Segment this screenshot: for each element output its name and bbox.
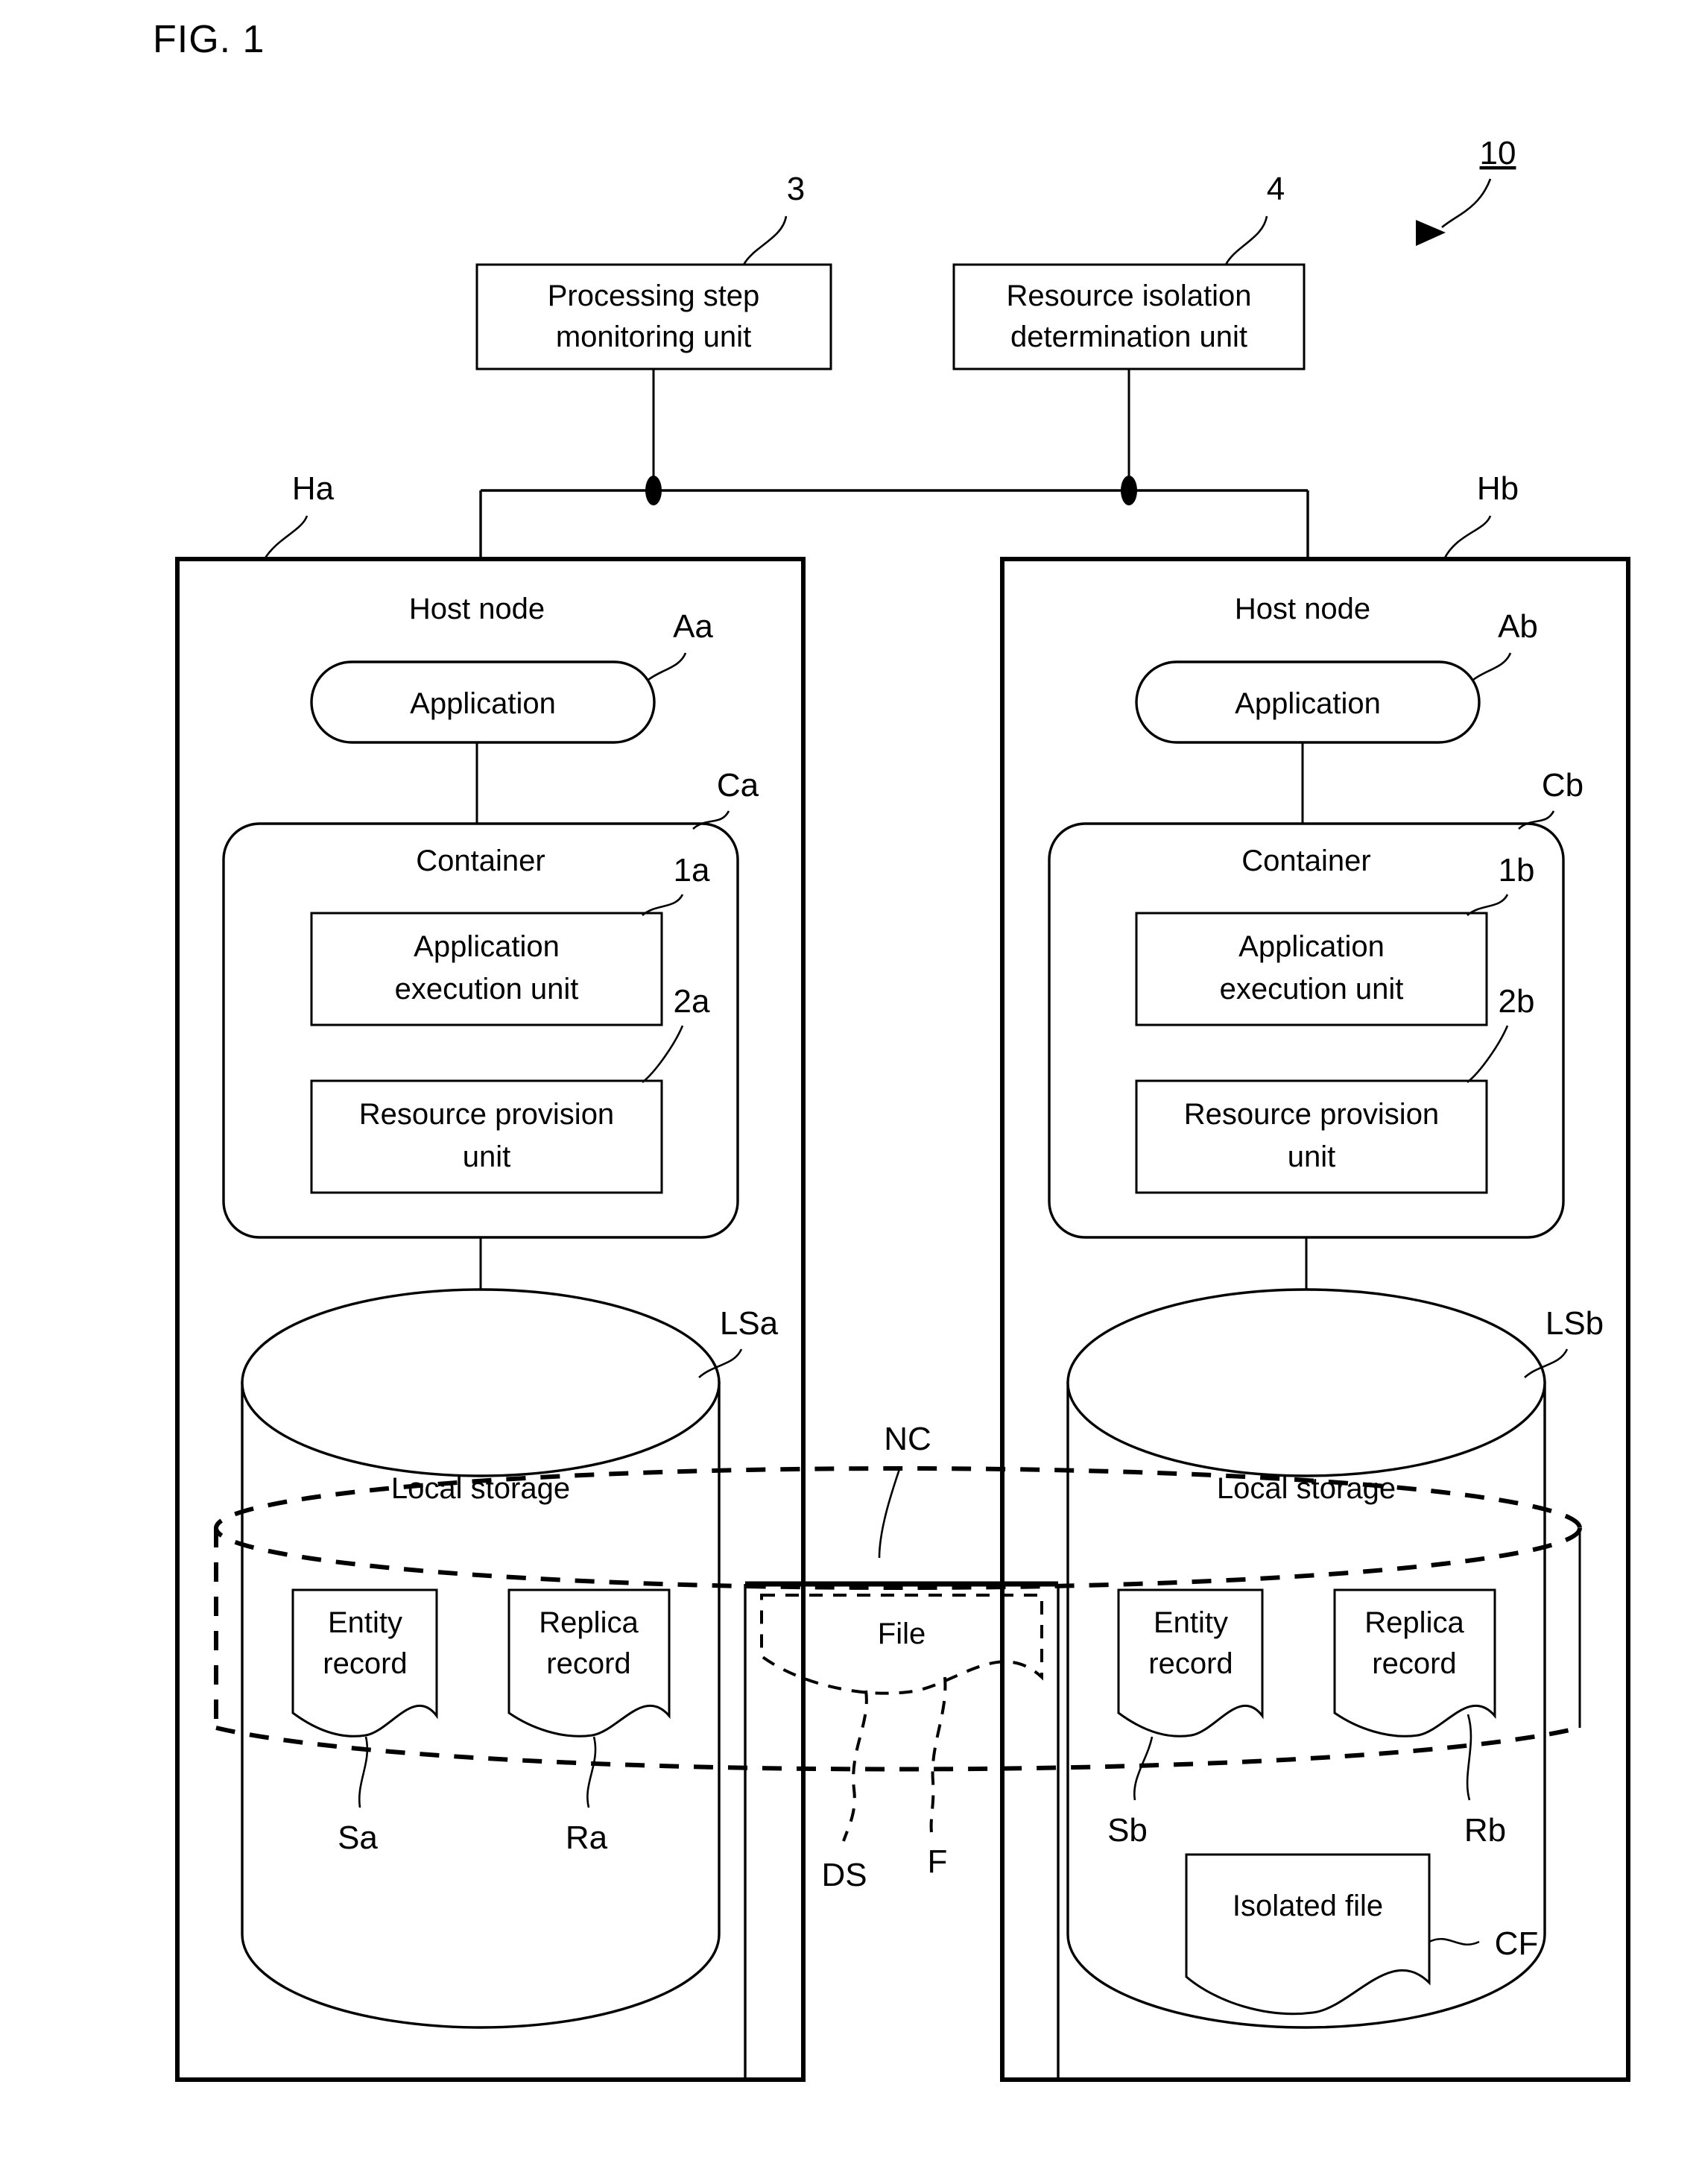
ref-label-lsb: LSb	[1545, 1305, 1604, 1342]
application-ab[interactable]: Application	[1135, 660, 1481, 744]
application-execution-unit-1b[interactable]: Application execution unit	[1135, 912, 1488, 1026]
ref-label-rb: Rb	[1464, 1812, 1506, 1849]
resource-isolation-determination-unit-box[interactable]: Resource isolation determination unit	[952, 263, 1306, 370]
shared-file-label: File	[878, 1618, 926, 1650]
bus-junction-dot-right	[1121, 476, 1137, 505]
system-ref-label: 10	[1480, 135, 1516, 171]
ref-label-lsa: LSa	[720, 1305, 779, 1342]
ref-label-ha: Ha	[292, 470, 335, 507]
entity-record-sb-line2: record	[1148, 1647, 1233, 1680]
resource-isolation-determination-unit-line2: determination unit	[1010, 321, 1247, 353]
application-execution-unit-1a-line2: execution unit	[395, 973, 579, 1006]
bus-junction-dot-left	[645, 476, 662, 505]
ref-label-ds: DS	[821, 1857, 867, 1893]
ref-ds-leader	[842, 1690, 868, 1842]
entity-record-sa-line2: record	[323, 1647, 407, 1680]
ref-label-2a: 2a	[674, 983, 710, 1020]
entity-record-sa-line1: Entity	[328, 1606, 402, 1639]
ref-label-ab: Ab	[1498, 608, 1538, 645]
ref-label-ra: Ra	[566, 1820, 608, 1856]
entity-record-sb-line1: Entity	[1154, 1606, 1228, 1639]
ref-label-2b: 2b	[1499, 983, 1535, 1020]
replica-record-ra-line2: record	[546, 1647, 630, 1680]
ref-label-aa: Aa	[673, 608, 713, 645]
system-ref-leader	[1441, 178, 1492, 228]
ref-label-1b: 1b	[1499, 852, 1535, 889]
ref-label-ca: Ca	[717, 767, 759, 804]
isolated-file-cf-label: Isolated file	[1233, 1890, 1383, 1922]
resource-provision-unit-2b[interactable]: Resource provision unit	[1135, 1079, 1488, 1194]
application-execution-unit-1b-line1: Application	[1238, 930, 1385, 963]
ref-f-leader	[929, 1676, 947, 1833]
resource-provision-unit-2a-line1: Resource provision	[359, 1098, 614, 1131]
ref-label-1a: 1a	[674, 852, 710, 889]
ref-3-leader	[742, 215, 788, 265]
replica-record-rb-line2: record	[1372, 1647, 1456, 1680]
application-ab-label: Application	[1235, 687, 1381, 720]
application-execution-unit-1b-line2: execution unit	[1220, 973, 1404, 1006]
resource-provision-unit-2b-line2: unit	[1288, 1140, 1336, 1173]
ref-label-cb: Cb	[1542, 767, 1583, 804]
application-aa[interactable]: Application	[310, 660, 656, 744]
resource-provision-unit-2a[interactable]: Resource provision unit	[310, 1079, 663, 1194]
resource-provision-unit-2b-line1: Resource provision	[1184, 1098, 1439, 1131]
ref-label-4: 4	[1267, 171, 1285, 207]
local-storage-lsa-top	[241, 1288, 721, 1477]
application-execution-unit-1a-line1: Application	[414, 930, 560, 963]
container-cb-label: Container	[1241, 845, 1370, 877]
processing-step-monitoring-unit-line2: monitoring unit	[556, 321, 751, 353]
ref-label-hb: Hb	[1477, 470, 1519, 507]
processing-step-monitoring-unit-line1: Processing step	[548, 280, 760, 312]
ref-label-cf: CF	[1495, 1925, 1539, 1962]
application-aa-label: Application	[410, 687, 556, 720]
ref-label-sa: Sa	[338, 1820, 378, 1856]
resource-isolation-determination-unit-line1: Resource isolation	[1006, 280, 1251, 312]
ref-label-nc: NC	[884, 1421, 931, 1457]
ref-label-sb: Sb	[1107, 1812, 1148, 1849]
replica-record-ra-line1: Replica	[539, 1606, 639, 1639]
patent-figure-diagram: FIG. 1 10 Processing step monitoring uni…	[153, 18, 1630, 2082]
host-node-b-title: Host node	[1235, 593, 1370, 625]
ref-label-3: 3	[787, 171, 805, 207]
processing-step-monitoring-unit-box[interactable]: Processing step monitoring unit	[475, 263, 832, 370]
application-execution-unit-1a[interactable]: Application execution unit	[310, 912, 663, 1026]
replica-record-rb-line1: Replica	[1364, 1606, 1464, 1639]
container-ca-label: Container	[416, 845, 545, 877]
ref-nc-leader	[878, 1466, 902, 1559]
figure-root: FIG. 1 10 Processing step monitoring uni…	[0, 0, 1699, 2184]
ref-4-leader	[1224, 215, 1268, 265]
resource-provision-unit-2a-line2: unit	[463, 1140, 511, 1173]
figure-title: FIG. 1	[153, 18, 265, 61]
host-node-a-title: Host node	[409, 593, 545, 625]
local-storage-lsb-top	[1066, 1288, 1546, 1477]
ref-ha-leader	[263, 515, 309, 560]
ref-hb-leader	[1443, 515, 1492, 560]
ref-label-f: F	[928, 1843, 948, 1880]
system-ref-arrowhead	[1416, 220, 1446, 246]
